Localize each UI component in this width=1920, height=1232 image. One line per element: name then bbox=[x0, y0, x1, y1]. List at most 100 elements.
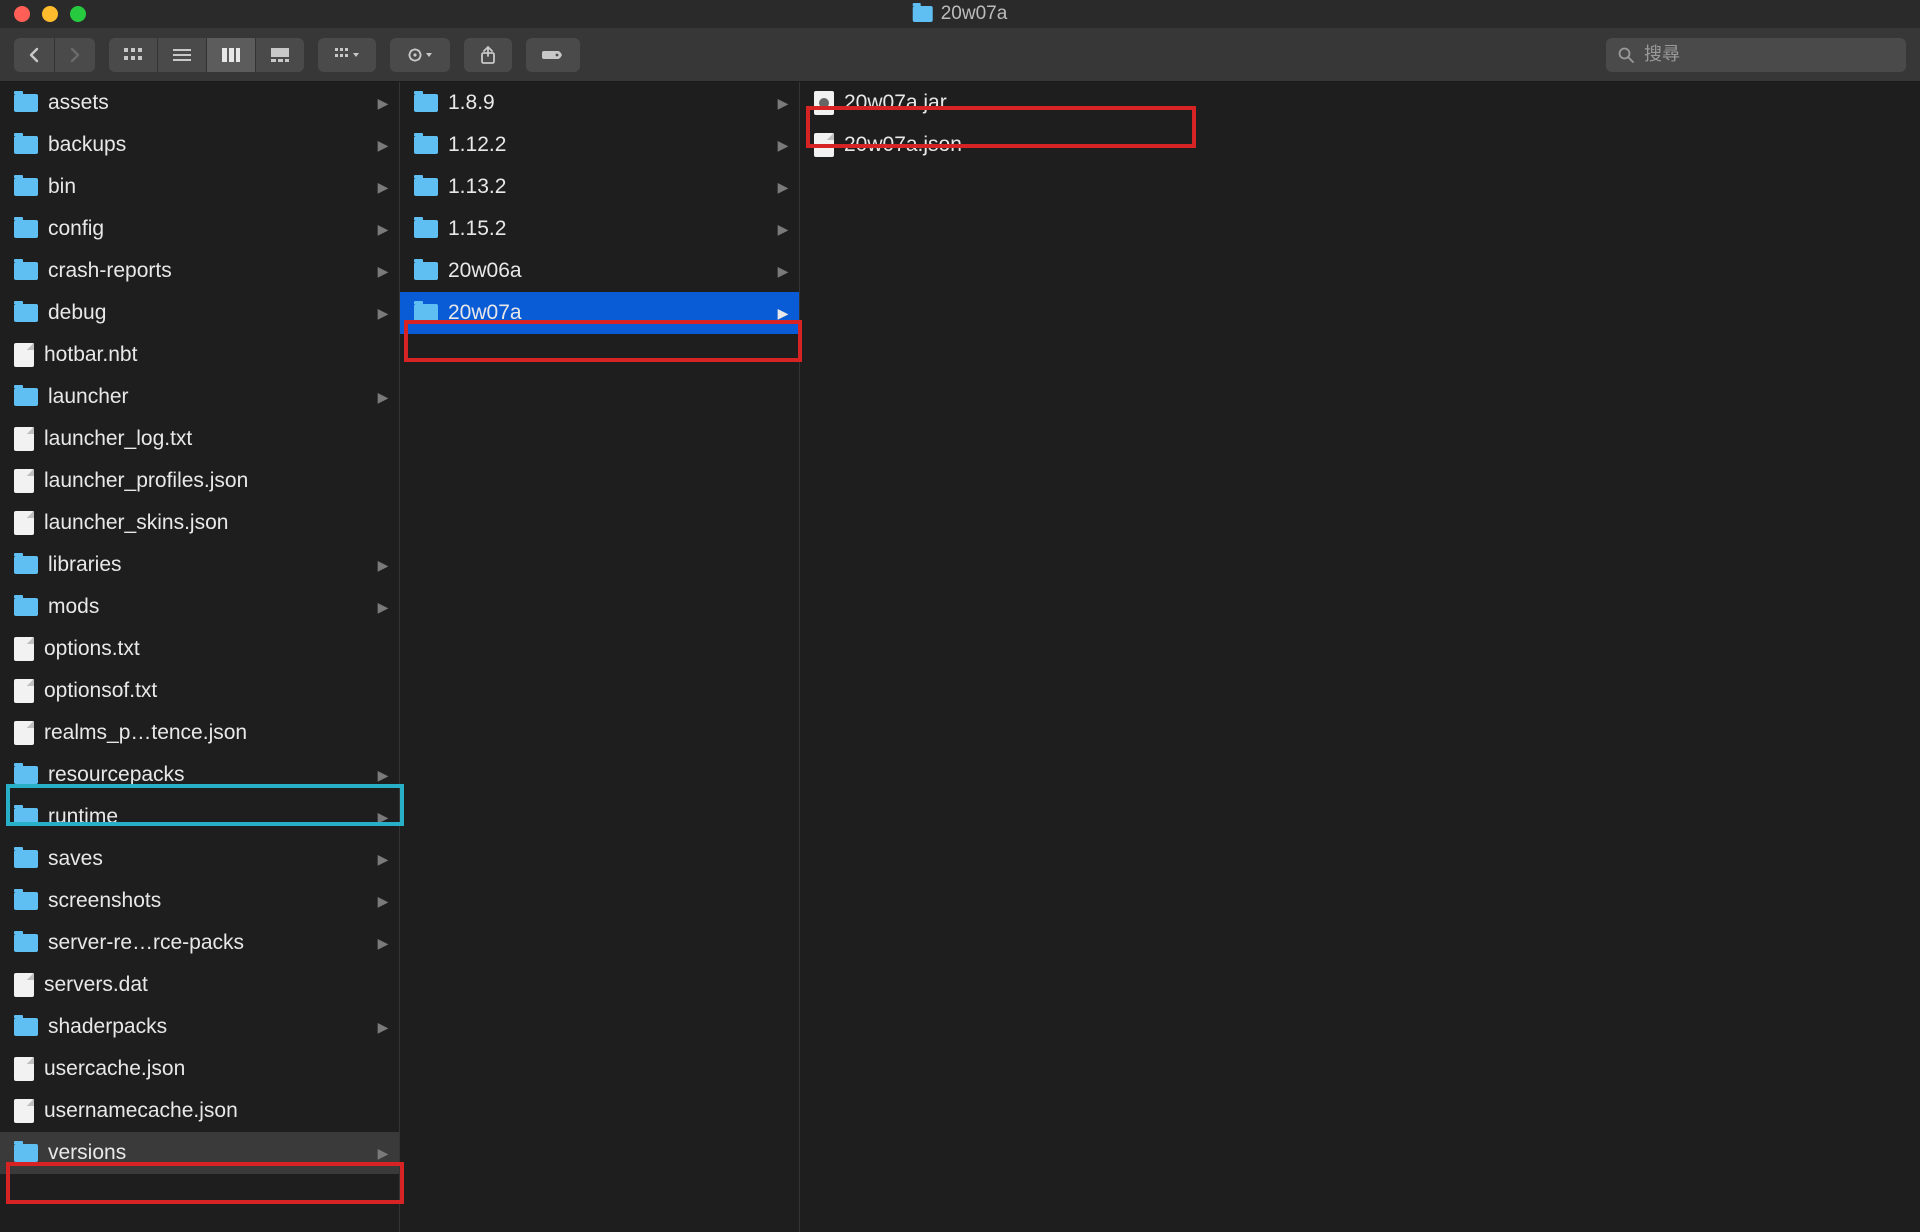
window-title-text: 20w07a bbox=[941, 3, 1008, 25]
file-icon bbox=[814, 133, 834, 157]
file-row[interactable]: 20w07a.json bbox=[800, 124, 1920, 166]
chevron-right-icon: ▶ bbox=[777, 137, 789, 154]
folder-icon bbox=[14, 136, 38, 154]
file-row-label: servers.dat bbox=[44, 973, 367, 997]
file-row[interactable]: shaderpacks▶ bbox=[0, 1006, 399, 1048]
file-row-label: saves bbox=[48, 847, 367, 871]
jar-file-icon bbox=[814, 91, 834, 115]
file-icon bbox=[14, 679, 34, 703]
file-row[interactable]: 20w06a▶ bbox=[400, 250, 799, 292]
file-row[interactable]: launcher ▶ bbox=[0, 376, 399, 418]
file-row[interactable]: crash-reports▶ bbox=[0, 250, 399, 292]
file-row[interactable]: 1.12.2▶ bbox=[400, 124, 799, 166]
arrange-button[interactable] bbox=[318, 38, 376, 72]
file-row-label: shaderpacks bbox=[48, 1015, 367, 1039]
file-row[interactable]: 20w07a ▶ bbox=[400, 292, 799, 334]
column-view-button[interactable] bbox=[206, 38, 255, 72]
file-row[interactable]: 1.8.9▶ bbox=[400, 82, 799, 124]
chevron-right-icon: ▶ bbox=[777, 305, 789, 322]
file-row[interactable]: launcher_skins.json bbox=[0, 502, 399, 544]
file-row-label: launcher_skins.json bbox=[44, 511, 367, 535]
folder-icon bbox=[14, 766, 38, 784]
file-row[interactable]: bin▶ bbox=[0, 166, 399, 208]
zoom-window-button[interactable] bbox=[70, 6, 86, 22]
file-row[interactable]: server-re…rce-packs▶ bbox=[0, 922, 399, 964]
file-row[interactable]: libraries▶ bbox=[0, 544, 399, 586]
chevron-right-icon: ▶ bbox=[377, 95, 389, 112]
chevron-right-icon: ▶ bbox=[377, 557, 389, 574]
file-icon bbox=[14, 1057, 34, 1081]
forward-button[interactable] bbox=[54, 38, 95, 72]
minimize-window-button[interactable] bbox=[42, 6, 58, 22]
column-2[interactable]: 1.8.9▶1.12.2▶1.13.2▶1.15.2▶20w06a▶20w07a… bbox=[400, 82, 800, 1232]
back-button[interactable] bbox=[14, 38, 54, 72]
column-1[interactable]: assets▶backups▶bin▶config▶crash-reports▶… bbox=[0, 82, 400, 1232]
tags-button[interactable] bbox=[526, 38, 580, 72]
file-icon bbox=[14, 721, 34, 745]
file-row[interactable]: servers.dat bbox=[0, 964, 399, 1006]
chevron-right-icon: ▶ bbox=[377, 809, 389, 826]
file-row[interactable]: 20w07a.jar bbox=[800, 82, 1920, 124]
file-row[interactable]: 1.13.2▶ bbox=[400, 166, 799, 208]
file-row[interactable]: assets▶ bbox=[0, 82, 399, 124]
close-window-button[interactable] bbox=[14, 6, 30, 22]
folder-icon bbox=[414, 94, 438, 112]
file-row[interactable]: backups▶ bbox=[0, 124, 399, 166]
chevron-right-icon: ▶ bbox=[377, 389, 389, 406]
file-row-label: 20w07a bbox=[448, 301, 767, 325]
file-row[interactable]: config▶ bbox=[0, 208, 399, 250]
chevron-right-icon: ▶ bbox=[777, 95, 789, 112]
file-row[interactable]: resourcepacks▶ bbox=[0, 754, 399, 796]
file-row-label: 1.13.2 bbox=[448, 175, 767, 199]
file-row[interactable]: hotbar.nbt bbox=[0, 334, 399, 376]
folder-icon bbox=[14, 1144, 38, 1162]
list-view-button[interactable] bbox=[157, 38, 206, 72]
action-button[interactable] bbox=[390, 38, 450, 72]
file-row[interactable]: optionsof.txt bbox=[0, 670, 399, 712]
icon-view-button[interactable] bbox=[109, 38, 157, 72]
folder-icon bbox=[14, 934, 38, 952]
file-row[interactable]: debug▶ bbox=[0, 292, 399, 334]
titlebar: 20w07a bbox=[0, 0, 1920, 28]
chevron-right-icon: ▶ bbox=[377, 851, 389, 868]
chevron-right-icon: ▶ bbox=[377, 893, 389, 910]
file-icon bbox=[14, 1099, 34, 1123]
chevron-right-icon: ▶ bbox=[377, 1145, 389, 1162]
search-input[interactable] bbox=[1644, 44, 1894, 65]
share-button[interactable] bbox=[464, 38, 512, 72]
folder-icon bbox=[14, 388, 38, 406]
file-row-label: usercache.json bbox=[44, 1057, 367, 1081]
file-row-label: hotbar.nbt bbox=[44, 343, 367, 367]
file-row[interactable]: usernamecache.json bbox=[0, 1090, 399, 1132]
file-row[interactable]: usercache.json bbox=[0, 1048, 399, 1090]
column-3[interactable]: 20w07a.jar20w07a.json bbox=[800, 82, 1920, 1232]
file-row-label: optionsof.txt bbox=[44, 679, 367, 703]
file-row-label: launcher_profiles.json bbox=[44, 469, 367, 493]
folder-icon bbox=[414, 304, 438, 322]
gallery-view-button[interactable] bbox=[255, 38, 304, 72]
file-row[interactable]: realms_p…tence.json bbox=[0, 712, 399, 754]
file-row[interactable]: screenshots▶ bbox=[0, 880, 399, 922]
file-row-label: launcher bbox=[48, 385, 367, 409]
file-row[interactable]: launcher_profiles.json bbox=[0, 460, 399, 502]
file-row[interactable]: options.txt bbox=[0, 628, 399, 670]
file-row[interactable]: versions▶ bbox=[0, 1132, 399, 1174]
chevron-right-icon: ▶ bbox=[377, 935, 389, 952]
file-row[interactable]: mods▶ bbox=[0, 586, 399, 628]
folder-icon bbox=[14, 178, 38, 196]
file-row[interactable]: launcher_log.txt bbox=[0, 418, 399, 460]
chevron-right-icon: ▶ bbox=[377, 263, 389, 280]
file-row[interactable]: saves ▶ bbox=[0, 838, 399, 880]
chevron-right-icon: ▶ bbox=[377, 221, 389, 238]
folder-icon bbox=[14, 1018, 38, 1036]
search-field[interactable] bbox=[1606, 38, 1906, 72]
file-row[interactable]: runtime▶ bbox=[0, 796, 399, 838]
file-row[interactable]: 1.15.2▶ bbox=[400, 208, 799, 250]
file-row-label: debug bbox=[48, 301, 367, 325]
file-icon bbox=[14, 973, 34, 997]
chevron-right-icon: ▶ bbox=[377, 179, 389, 196]
chevron-right-icon: ▶ bbox=[777, 221, 789, 238]
file-icon bbox=[14, 469, 34, 493]
chevron-right-icon: ▶ bbox=[777, 263, 789, 280]
folder-icon bbox=[913, 6, 933, 22]
